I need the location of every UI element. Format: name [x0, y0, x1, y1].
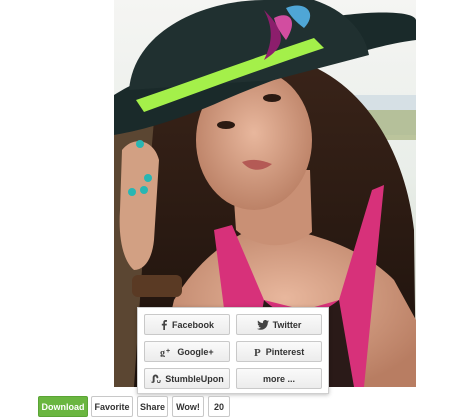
facebook-label: Facebook	[171, 319, 214, 330]
wow-button[interactable]: Wow!	[172, 396, 204, 417]
google-plus-icon: g +	[160, 347, 173, 357]
share-button[interactable]: Share	[137, 396, 168, 417]
stumbleupon-icon	[150, 374, 161, 383]
more-share-button[interactable]: more ...	[236, 368, 322, 389]
stumbleupon-label: StumbleUpon	[165, 373, 224, 384]
pinterest-icon: P	[254, 347, 262, 357]
twitter-share-button[interactable]: Twitter	[236, 314, 322, 335]
google-plus-label: Google+	[177, 346, 214, 357]
svg-text:g: g	[160, 348, 165, 357]
more-label: more ...	[262, 373, 295, 384]
facebook-icon	[160, 319, 168, 330]
stumbleupon-share-button[interactable]: StumbleUpon	[144, 368, 230, 389]
pinterest-share-button[interactable]: P Pinterest	[236, 341, 322, 362]
svg-text:P: P	[254, 347, 261, 357]
svg-text:+: +	[166, 348, 170, 355]
google-plus-share-button[interactable]: g + Google+	[144, 341, 230, 362]
twitter-label: Twitter	[272, 319, 302, 330]
download-button[interactable]: Download	[38, 396, 88, 417]
twitter-icon	[256, 319, 269, 330]
facebook-share-button[interactable]: Facebook	[144, 314, 230, 335]
favorite-button[interactable]: Favorite	[91, 396, 133, 417]
pinterest-label: Pinterest	[265, 346, 305, 357]
wow-count: 20	[208, 396, 230, 417]
share-popup: Facebook Twitter g + Google+ P Pinterest …	[137, 307, 329, 394]
